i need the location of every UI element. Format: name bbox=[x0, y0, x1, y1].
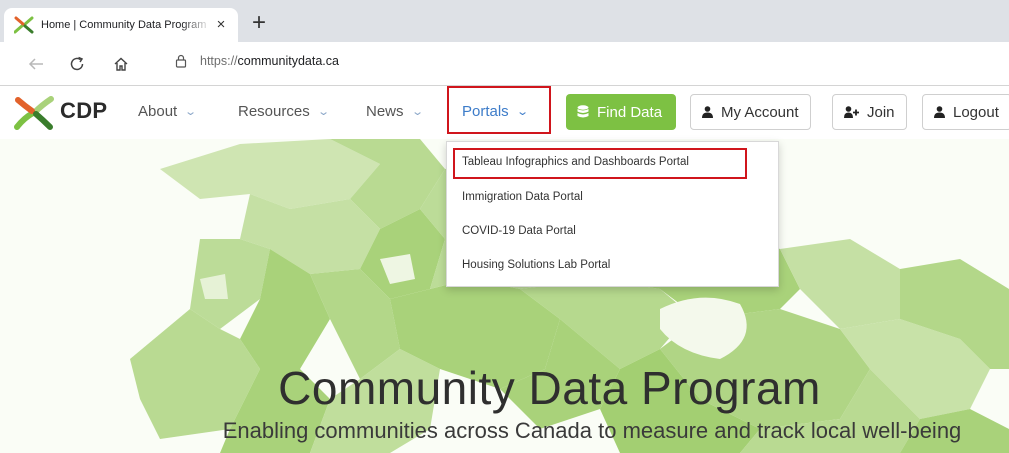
address-bar[interactable]: https://communitydata.ca bbox=[174, 54, 339, 68]
url-host: communitydata.ca bbox=[237, 54, 339, 68]
cdp-logo-icon[interactable] bbox=[14, 96, 54, 130]
tab-title: Home | Community Data Program bbox=[41, 19, 207, 31]
browser-toolbar: https://communitydata.ca bbox=[0, 42, 1009, 86]
chevron-down-icon: ⌄ bbox=[184, 106, 198, 118]
hero-title: Community Data Program bbox=[278, 362, 821, 414]
database-icon bbox=[577, 105, 589, 119]
join-button[interactable]: Join bbox=[832, 94, 907, 130]
hero-subtitle: Enabling communities across Canada to me… bbox=[222, 418, 962, 443]
browser-tab[interactable]: Home | Community Data Program × bbox=[4, 8, 238, 42]
user-plus-icon bbox=[844, 106, 859, 118]
logout-button[interactable]: Logout bbox=[922, 94, 1009, 130]
brand-name[interactable]: CDP bbox=[60, 98, 107, 124]
dropdown-item-covid-portal[interactable]: COVID-19 Data Portal bbox=[462, 225, 576, 237]
user-icon bbox=[934, 106, 945, 118]
dropdown-item-housing-portal[interactable]: Housing Solutions Lab Portal bbox=[462, 259, 610, 271]
browser-tab-strip: Home | Community Data Program × + bbox=[0, 0, 1009, 42]
back-icon[interactable] bbox=[24, 52, 48, 76]
dropdown-item-immigration-portal[interactable]: Immigration Data Portal bbox=[462, 191, 583, 203]
home-icon[interactable] bbox=[109, 52, 133, 76]
new-tab-button[interactable]: + bbox=[248, 11, 270, 35]
cdp-favicon-icon bbox=[14, 16, 34, 34]
nav-about[interactable]: About ⌄ bbox=[138, 103, 198, 120]
reload-icon[interactable] bbox=[65, 52, 89, 76]
nav-resources-label: Resources bbox=[238, 103, 310, 120]
url-scheme: https:// bbox=[200, 54, 238, 68]
find-data-label: Find Data bbox=[597, 103, 663, 121]
nav-news-label: News bbox=[366, 103, 404, 120]
nav-news[interactable]: News ⌄ bbox=[366, 103, 424, 120]
lock-icon bbox=[175, 54, 187, 68]
nav-resources[interactable]: Resources ⌄ bbox=[238, 103, 330, 120]
find-data-button[interactable]: Find Data bbox=[566, 94, 676, 130]
user-icon bbox=[702, 106, 713, 118]
join-label: Join bbox=[867, 103, 895, 121]
tableau-item-highlight-box bbox=[453, 148, 747, 179]
tab-close-icon[interactable]: × bbox=[212, 16, 230, 34]
my-account-button[interactable]: My Account bbox=[690, 94, 811, 130]
nav-about-label: About bbox=[138, 103, 178, 120]
chevron-down-icon: ⌄ bbox=[410, 106, 424, 118]
portals-highlight-box bbox=[447, 86, 551, 134]
my-account-label: My Account bbox=[721, 103, 799, 121]
chevron-down-icon: ⌄ bbox=[316, 106, 330, 118]
logout-label: Logout bbox=[953, 103, 999, 121]
